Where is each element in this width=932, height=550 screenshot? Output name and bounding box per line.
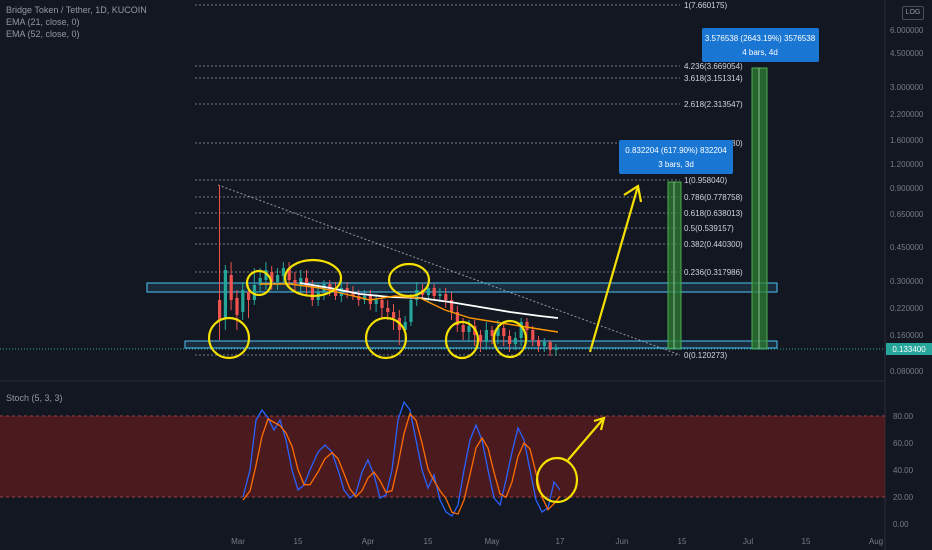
stoch-axis-label: 40.00: [893, 466, 914, 475]
stoch-overbought-oversold-band: [0, 416, 885, 497]
price-candles: [218, 185, 558, 356]
fib-label-0786: 0.786(0.778758): [684, 193, 743, 202]
fib-label-1: 1(0.958040): [684, 176, 727, 185]
chart-canvas[interactable]: 1(7.660175) 4.236(3.669054) 3.618(3.1513…: [0, 0, 932, 550]
stoch-axis-label: 60.00: [893, 439, 914, 448]
fib-label-2618: 2.618(2.313547): [684, 100, 743, 109]
time-axis-label: 17: [556, 537, 565, 546]
stoch-axis-label: 0.00: [893, 520, 909, 529]
circle-annotation: [364, 316, 408, 360]
time-axis-label: Mar: [231, 537, 245, 546]
price-axis-label: 0.160000: [890, 331, 924, 340]
measure-box-2-line1: 3.576538 (2643.19%) 3576538: [705, 34, 816, 43]
price-axis-label: 0.650000: [890, 210, 924, 219]
measure-box-1[interactable]: 0.832204 (617.90%) 832204 3 bars, 3d: [619, 140, 733, 174]
price-axis[interactable]: 6.000000 4.500000 3.000000 2.200000 1.60…: [890, 26, 924, 376]
candle: [374, 300, 378, 304]
candle: [247, 292, 251, 300]
candle: [525, 322, 529, 330]
time-axis-label: 15: [424, 537, 433, 546]
candle: [531, 330, 535, 340]
candle: [438, 294, 442, 296]
time-axis[interactable]: Mar 15 Apr 15 May 17 Jun 15 Jul 15 Aug: [231, 537, 883, 546]
time-axis-label: Aug: [869, 537, 883, 546]
circle-annotation: [207, 316, 251, 360]
fib-label-9: 1(7.660175): [684, 1, 727, 10]
price-axis-label: 1.200000: [890, 160, 924, 169]
candle: [229, 275, 233, 300]
time-axis-label: 15: [802, 537, 811, 546]
candle: [467, 326, 471, 332]
measure-box-1-line2: 3 bars, 3d: [658, 160, 694, 169]
candle: [409, 300, 413, 322]
price-axis-label: 2.200000: [890, 110, 924, 119]
price-axis-label: 0.220000: [890, 304, 924, 313]
time-axis-label: 15: [678, 537, 687, 546]
candle: [513, 338, 517, 344]
candle: [235, 298, 239, 315]
price-axis-label: 6.000000: [890, 26, 924, 35]
candle: [502, 328, 506, 336]
fib-label-4236: 4.236(3.669054): [684, 62, 743, 71]
measure-box-2-line2: 4 bars, 4d: [742, 48, 778, 57]
fib-label-0382: 0.382(0.440300): [684, 240, 743, 249]
price-axis-label: 0.900000: [890, 184, 924, 193]
fib-label-0618: 0.618(0.638013): [684, 209, 743, 218]
price-axis-label: 1.600000: [890, 136, 924, 145]
current-price: 0.133400: [892, 345, 926, 354]
stoch-axis-label: 80.00: [893, 412, 914, 421]
candle: [386, 308, 390, 312]
stoch-axis[interactable]: 80.00 60.00 40.00 20.00 0.00: [893, 412, 914, 529]
target-bar-1[interactable]: [667, 181, 682, 350]
candle: [479, 335, 483, 342]
candle: [537, 340, 541, 346]
time-axis-label: Apr: [362, 537, 375, 546]
candle: [380, 300, 384, 308]
fib-levels: [195, 4, 680, 356]
fib-label-0: 0(0.120273): [684, 351, 727, 360]
candle: [484, 330, 488, 342]
price-axis-label: 4.500000: [890, 49, 924, 58]
candle: [508, 336, 512, 344]
time-axis-label: May: [484, 537, 499, 546]
current-price-tag: 0.133400: [886, 343, 932, 355]
time-axis-label: Jul: [743, 537, 753, 546]
measure-box-2[interactable]: 3.576538 (2643.19%) 3576538 4 bars, 4d: [702, 28, 819, 62]
candle: [310, 286, 314, 300]
candle: [542, 342, 546, 346]
price-axis-label: 0.080000: [890, 367, 924, 376]
up-arrow-head: [623, 184, 643, 203]
candle: [276, 275, 280, 282]
time-axis-label: 15: [294, 537, 303, 546]
price-axis-label: 3.000000: [890, 83, 924, 92]
candle: [432, 288, 436, 296]
candle: [218, 300, 222, 320]
measure-box-1-line1: 0.832204 (617.90%) 832204: [625, 146, 727, 155]
target-bar-2[interactable]: [751, 67, 768, 350]
candle: [241, 290, 245, 312]
time-axis-label: Jun: [616, 537, 629, 546]
price-axis-label: 0.450000: [890, 243, 924, 252]
stoch-axis-label: 20.00: [893, 493, 914, 502]
candle: [223, 270, 227, 318]
candle: [426, 288, 430, 295]
fib-label-0236: 0.236(0.317986): [684, 268, 743, 277]
fib-label-05: 0.5(0.539157): [684, 224, 734, 233]
fib-label-3618: 3.618(3.151314): [684, 74, 743, 83]
up-arrow: [588, 185, 640, 353]
price-axis-label: 0.300000: [890, 277, 924, 286]
candle: [461, 325, 465, 332]
candle: [392, 312, 396, 318]
candle: [444, 294, 448, 300]
